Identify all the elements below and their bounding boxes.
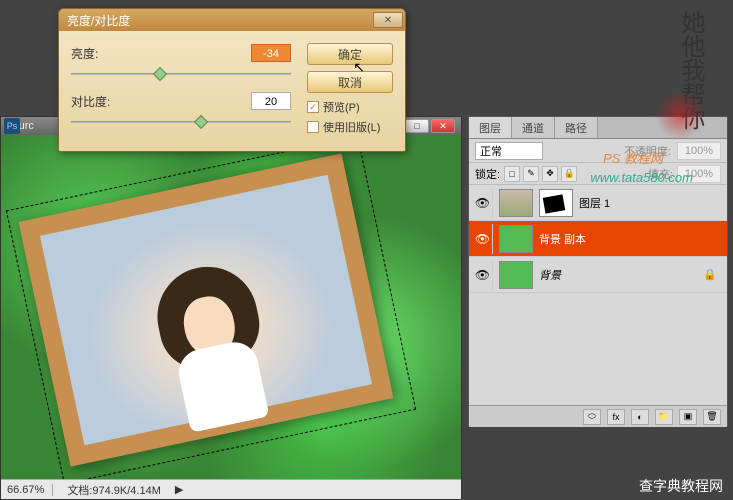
layer-name[interactable]: 图层 1 — [579, 195, 610, 211]
layer-item[interactable]: 👁 图层 1 — [469, 185, 727, 221]
lock-all-icon[interactable]: 🔒 — [561, 166, 577, 182]
legacy-checkbox[interactable]: 使用旧版(L) — [307, 119, 393, 135]
mask-thumbnail[interactable] — [539, 189, 573, 217]
contrast-label: 对比度: — [71, 93, 131, 110]
fx-icon[interactable]: fx — [607, 409, 625, 425]
brightness-label: 亮度: — [71, 45, 131, 62]
watermark-text-1: PS 教程网 — [603, 148, 663, 167]
layer-name[interactable]: 背景 副本 — [539, 231, 586, 247]
dialog-title: 亮度/对比度 — [67, 12, 130, 29]
dialog-close-button[interactable]: ✕ — [373, 12, 403, 28]
checkbox-icon: ✓ — [307, 101, 319, 113]
checkbox-icon — [307, 121, 319, 133]
footer-watermark: 查字典教程网 — [639, 476, 723, 496]
link-icon[interactable]: ⬭ — [583, 409, 601, 425]
layers-panel: 图层 通道 路径 正常 不透明度: 100% 锁定: □ ✎ ✥ 🔒 填充: 1… — [468, 116, 728, 426]
brightness-input[interactable]: -34 — [251, 44, 291, 62]
lock-position-icon[interactable]: ✥ — [542, 166, 558, 182]
status-bar: 66.67% 文档:974.9K/4.14M ▶ — [1, 479, 461, 499]
maximize-button[interactable]: □ — [405, 119, 429, 133]
lock-indicator-icon: 🔒 — [703, 268, 723, 281]
contrast-slider[interactable] — [71, 117, 291, 127]
lock-paint-icon[interactable]: ✎ — [523, 166, 539, 182]
lock-transparent-icon[interactable]: □ — [504, 166, 520, 182]
preview-checkbox[interactable]: ✓ 预览(P) — [307, 99, 393, 115]
status-arrow-icon[interactable]: ▶ — [175, 483, 183, 496]
ok-button[interactable]: 确定 — [307, 43, 393, 65]
opacity-input[interactable]: 100% — [677, 142, 721, 160]
legacy-label: 使用旧版(L) — [323, 119, 380, 135]
layer-thumbnail[interactable] — [499, 225, 533, 253]
folder-icon[interactable]: 📁 — [655, 409, 673, 425]
visibility-icon[interactable]: 👁 — [473, 260, 493, 290]
document-info: 文档:974.9K/4.14M — [67, 482, 161, 498]
photoshop-icon: Ps — [4, 118, 20, 134]
visibility-icon[interactable]: 👁 — [473, 224, 493, 254]
person-photo — [138, 256, 289, 437]
zoom-level[interactable]: 66.67% — [7, 484, 53, 496]
brightness-slider[interactable] — [71, 69, 291, 79]
cancel-button[interactable]: 取消 — [307, 71, 393, 93]
blend-mode-select[interactable]: 正常 — [475, 142, 543, 160]
new-layer-icon[interactable]: ▣ — [679, 409, 697, 425]
layer-name[interactable]: 背景 — [539, 267, 561, 283]
close-button[interactable]: ✕ — [431, 119, 455, 133]
tab-channels[interactable]: 通道 — [512, 117, 555, 138]
watermark-text-2: www.tata580.com — [590, 170, 693, 185]
brightness-contrast-dialog: 亮度/对比度 ✕ 亮度: -34 对比度: 20 确定 取消 ✓ 预览(P) 使… — [58, 8, 406, 152]
mask-icon[interactable]: ◐ — [631, 409, 649, 425]
layer-thumbnail[interactable] — [499, 189, 533, 217]
preview-label: 预览(P) — [323, 99, 360, 115]
visibility-icon[interactable]: 👁 — [473, 188, 493, 218]
trash-icon[interactable]: 🗑 — [703, 409, 721, 425]
red-seal-icon — [655, 90, 705, 140]
panel-footer: ⬭ fx ◐ 📁 ▣ 🗑 — [469, 405, 727, 427]
document-window: sourc — □ ✕ 66.67% 文档:974.9K/4.14M ▶ — [0, 116, 462, 500]
tab-layers[interactable]: 图层 — [469, 117, 512, 138]
dialog-titlebar[interactable]: 亮度/对比度 ✕ — [59, 9, 405, 31]
canvas[interactable] — [1, 135, 461, 479]
contrast-input[interactable]: 20 — [251, 92, 291, 110]
lock-label: 锁定: — [475, 166, 500, 182]
layer-thumbnail[interactable] — [499, 261, 533, 289]
layer-item[interactable]: 👁 背景 🔒 — [469, 257, 727, 293]
layers-list: 👁 图层 1 👁 背景 副本 👁 背景 🔒 — [469, 185, 727, 405]
layer-item[interactable]: 👁 背景 副本 — [469, 221, 727, 257]
tab-paths[interactable]: 路径 — [555, 117, 598, 138]
